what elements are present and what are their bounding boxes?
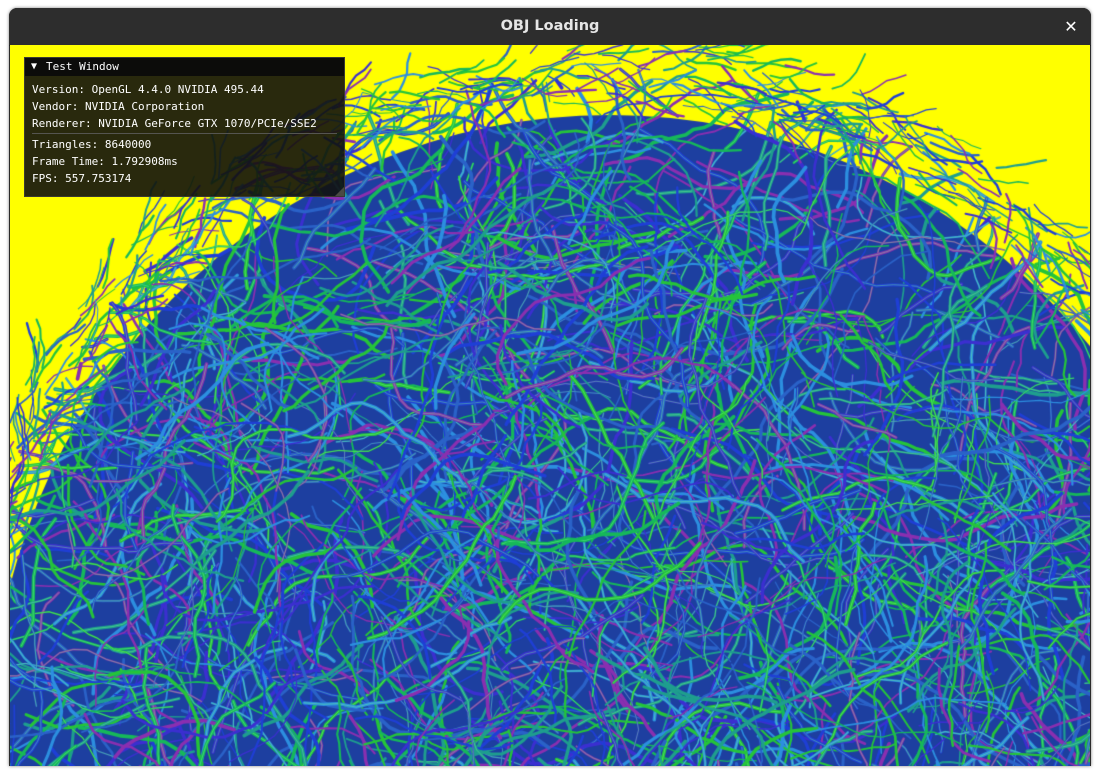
render-viewport[interactable]: ▼ Test Window Version: OpenGL 4.4.0 NVID…: [10, 45, 1090, 766]
title-bar[interactable]: OBJ Loading ✕: [9, 8, 1091, 46]
triangles-count-text: Triangles: 8640000: [32, 138, 152, 151]
app-window: OBJ Loading ✕ ▼ Test Window Version: Ope…: [9, 8, 1091, 766]
frame-time-text: Frame Time: 1.792908ms: [32, 155, 178, 168]
vendor-text: Vendor: NVIDIA Corporation: [32, 100, 205, 113]
renderer-text: Renderer: NVIDIA GeForce GTX 1070/PCIe/S…: [32, 117, 317, 130]
collapse-arrow-icon[interactable]: ▼: [31, 58, 37, 76]
close-button[interactable]: ✕: [1059, 15, 1083, 39]
imgui-window-title: Test Window: [46, 60, 119, 73]
imgui-title-bar[interactable]: ▼ Test Window: [25, 58, 344, 76]
separator: [32, 133, 337, 134]
opengl-version-text: Version: OpenGL 4.4.0 NVIDIA 495.44: [32, 83, 264, 96]
window-title: OBJ Loading: [500, 18, 600, 34]
imgui-test-window[interactable]: ▼ Test Window Version: OpenGL 4.4.0 NVID…: [24, 57, 345, 197]
fps-text: FPS: 557.753174: [32, 172, 132, 185]
resize-grip-icon[interactable]: [335, 187, 344, 196]
